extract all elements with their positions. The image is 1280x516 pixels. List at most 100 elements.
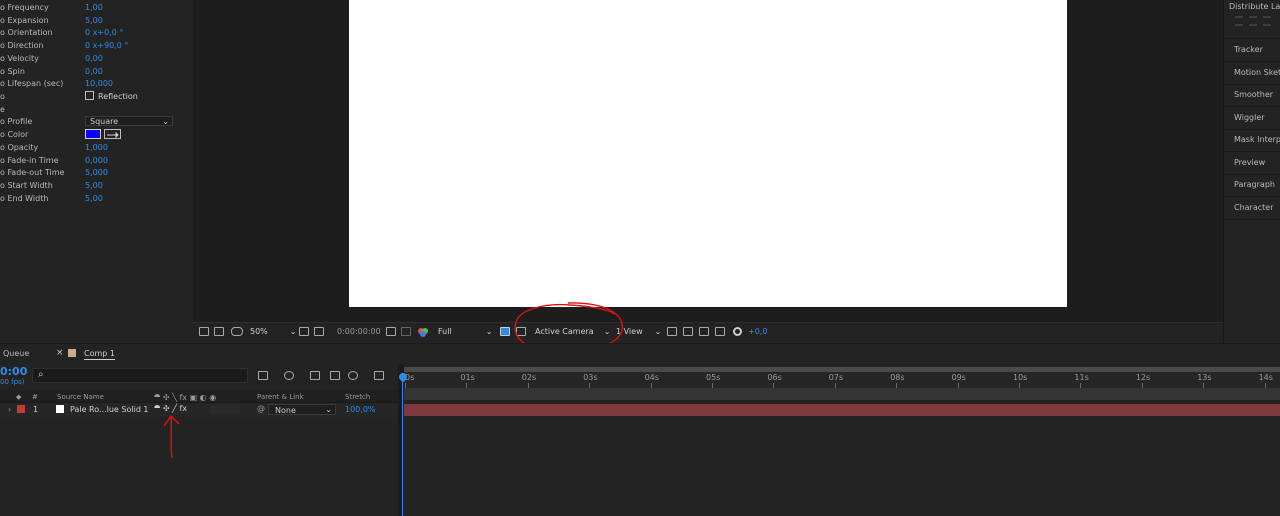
- show-snapshot-icon[interactable]: [401, 327, 411, 336]
- panel-item[interactable]: Character: [1234, 203, 1274, 212]
- property-name: o Lifespan (sec): [0, 79, 64, 89]
- zoom-dropdown[interactable]: 50% ⌄: [250, 323, 296, 341]
- property-name: o Frequency: [0, 3, 49, 12]
- distribute-icons[interactable]: [1233, 14, 1273, 28]
- color-swatch[interactable]: [85, 129, 101, 139]
- pickwhip-icon[interactable]: @: [257, 404, 265, 413]
- property-name: o Orientation: [0, 28, 53, 38]
- property-row: o Frequency 1,00: [0, 1, 180, 14]
- work-area-bar[interactable]: [403, 367, 1280, 372]
- panel-item[interactable]: Tracker: [1234, 45, 1263, 54]
- composition-canvas[interactable]: [349, 0, 1067, 307]
- ruler-tick-mark: [1264, 383, 1266, 388]
- reflection-label: Reflection: [98, 92, 138, 101]
- layer-duration-bar[interactable]: [403, 404, 1280, 416]
- fast-previews-icon[interactable]: [683, 327, 693, 336]
- property-value[interactable]: 5,00: [85, 192, 103, 205]
- current-time-indicator[interactable]: [402, 373, 403, 516]
- property-name: o Spin: [0, 66, 25, 76]
- panel-separator: [1224, 196, 1280, 197]
- camera-snapshot-icon[interactable]: [386, 327, 396, 336]
- mask-visibility-icon[interactable]: [314, 327, 324, 336]
- chevron-down-icon: ⌄: [654, 327, 662, 336]
- ruler-tick-mark: [712, 383, 713, 388]
- color-channels-icon[interactable]: [417, 327, 429, 339]
- property-value[interactable]: 5,00: [85, 179, 103, 192]
- timeline-search-input[interactable]: ⌕: [32, 368, 248, 383]
- vr-goggles-icon[interactable]: [231, 327, 243, 336]
- property-value[interactable]: 1,00: [85, 1, 103, 14]
- panel-item[interactable]: Paragraph: [1234, 180, 1275, 189]
- property-row: o Orientation 0 x+0,0 °: [0, 26, 180, 39]
- property-row: o Direction 0 x+90,0 °: [0, 39, 180, 52]
- property-value[interactable]: 0 x+0,0 °: [85, 26, 123, 39]
- resolution-dropdown[interactable]: Full ⌄: [438, 323, 492, 341]
- toggle-pixel-aspect-icon[interactable]: [667, 327, 677, 336]
- layer-index: 1: [33, 405, 39, 414]
- timeline-divider[interactable]: [398, 365, 404, 516]
- eyedropper-icon[interactable]: [104, 129, 121, 139]
- draft-3d-icon[interactable]: [284, 371, 294, 380]
- ruler-tick-label: 05s: [706, 373, 721, 382]
- ruler-tick-label: 07s: [828, 373, 844, 382]
- property-name: o Start Width: [0, 181, 53, 191]
- region-of-interest-icon[interactable]: [500, 327, 510, 336]
- ruler-tick-label: 13s: [1197, 373, 1212, 382]
- ruler-tick-label: 04s: [644, 373, 659, 382]
- comp-mini-flowchart-icon[interactable]: [258, 371, 268, 380]
- monitor-icon[interactable]: [214, 327, 224, 336]
- color-row: o Color: [0, 128, 180, 141]
- motion-blur-icon[interactable]: [348, 371, 358, 380]
- resolution-value: Full: [438, 327, 452, 336]
- graph-editor-icon[interactable]: [374, 371, 384, 380]
- property-value[interactable]: 0,00: [85, 52, 103, 65]
- panel-item[interactable]: Preview: [1234, 158, 1265, 167]
- panel-separator: [1224, 106, 1280, 107]
- property-name: o Fade-in Time: [0, 155, 59, 165]
- current-timecode[interactable]: 0:00:00:00: [337, 323, 381, 341]
- property-value[interactable]: 0 x+90,0 °: [85, 39, 128, 52]
- timeline-tab-bar: Queue × Comp 1: [0, 343, 1280, 365]
- property-value[interactable]: 10,000: [85, 77, 113, 90]
- stretch-value[interactable]: 100,0%: [345, 405, 376, 414]
- reflection-checkbox[interactable]: [85, 91, 94, 100]
- reflection-row[interactable]: o Reflection: [0, 90, 180, 103]
- property-value[interactable]: 5,000: [85, 166, 108, 179]
- layer-switch-boxes[interactable]: [210, 405, 240, 414]
- property-value[interactable]: 5,00: [85, 14, 103, 27]
- frame-blending-icon[interactable]: [330, 371, 340, 380]
- source-name-column-header[interactable]: Source Name: [57, 393, 104, 401]
- timeline-icon[interactable]: [715, 327, 725, 336]
- tab-render-queue[interactable]: Queue: [3, 349, 29, 358]
- tab-comp-1[interactable]: Comp 1: [84, 349, 115, 360]
- property-row: o Spin 0,00: [0, 65, 180, 78]
- safe-areas-icon[interactable]: [299, 327, 309, 336]
- property-value[interactable]: 0,00: [85, 65, 103, 78]
- close-icon[interactable]: ×: [56, 348, 64, 358]
- panel-item[interactable]: Motion Sketc: [1234, 68, 1280, 77]
- parent-column-header[interactable]: Parent & Link: [257, 393, 304, 401]
- panel-separator: [1224, 61, 1280, 62]
- property-value[interactable]: 0,000: [85, 154, 108, 167]
- panel-item[interactable]: Smoother: [1234, 90, 1273, 99]
- current-time-display[interactable]: 0:00: [0, 365, 27, 378]
- flowchart-icon[interactable]: [699, 327, 709, 336]
- stretch-column-header[interactable]: Stretch: [345, 393, 370, 401]
- panel-item[interactable]: Mask Interpo: [1234, 135, 1280, 144]
- ruler-tick-label: 01s: [460, 373, 475, 382]
- ruler-tick-mark: [589, 383, 591, 388]
- property-value[interactable]: 1,000: [85, 141, 108, 154]
- property-row: o Start Width 5,00: [0, 179, 180, 192]
- shy-layers-icon[interactable]: [310, 371, 320, 380]
- profile-dropdown[interactable]: Square ⌄: [85, 116, 173, 126]
- layer-name[interactable]: Pale Ro...lue Solid 1: [70, 405, 149, 414]
- panel-separator: [1224, 218, 1280, 220]
- panel-item[interactable]: Wiggler: [1234, 113, 1265, 122]
- reset-exposure-icon[interactable]: [733, 327, 742, 336]
- always-preview-icon[interactable]: [199, 327, 209, 336]
- chevron-right-icon[interactable]: ›: [8, 405, 11, 414]
- exposure-value[interactable]: +0,0: [748, 323, 767, 341]
- parent-dropdown[interactable]: None ⌄: [268, 404, 336, 415]
- search-icon: ⌕: [38, 369, 44, 380]
- layer-label-color[interactable]: [17, 405, 25, 413]
